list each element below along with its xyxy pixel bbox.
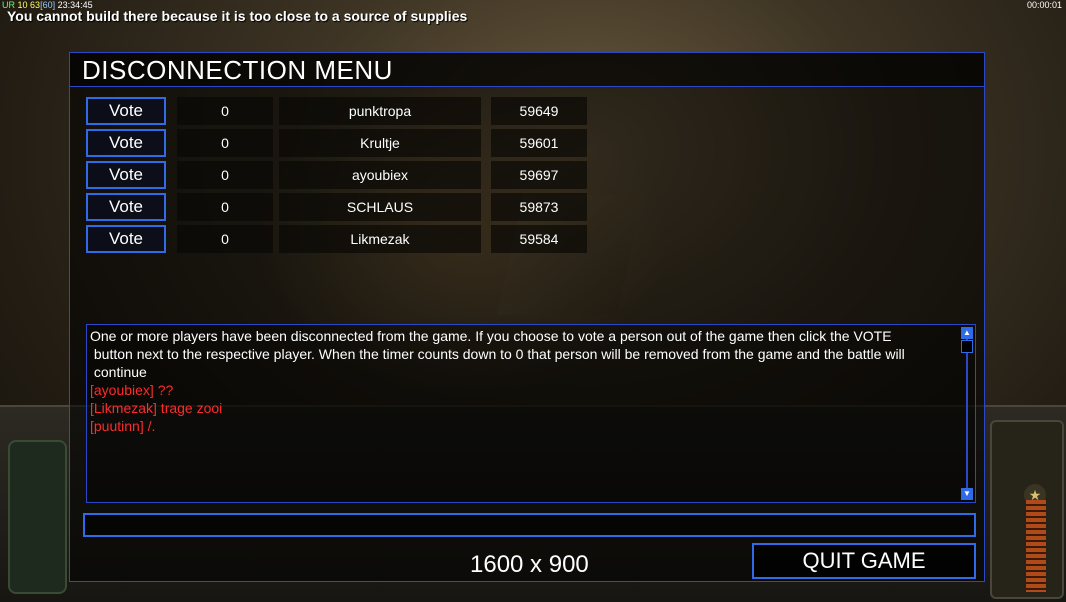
vote-button[interactable]: Vote [86, 193, 166, 221]
hud-left-panel [8, 440, 67, 594]
vote-button[interactable]: Vote [86, 225, 166, 253]
menu-title: DISCONNECTION MENU [82, 55, 393, 85]
player-name: ayoubiex [279, 161, 481, 189]
vote-count: 0 [177, 129, 273, 157]
vote-count: 0 [177, 161, 273, 189]
chat-text: One or more players have been disconnect… [90, 327, 952, 435]
player-timer: 59697 [491, 161, 587, 189]
chat-log: One or more players have been disconnect… [86, 324, 976, 503]
game-clock: 00:00:01 [1026, 0, 1062, 10]
player-timer: 59601 [491, 129, 587, 157]
chat-message: [ayoubiex] ?? [90, 382, 174, 398]
chat-input[interactable] [83, 513, 976, 537]
vote-count: 0 [177, 193, 273, 221]
system-message: One or more players have been disconnect… [90, 328, 905, 380]
vote-button[interactable]: Vote [86, 97, 166, 125]
resolution-label: 1600 x 900 [470, 551, 589, 578]
vote-count: 0 [177, 225, 273, 253]
power-meter [1026, 500, 1046, 592]
menu-header: DISCONNECTION MENU [70, 53, 984, 87]
player-name: SCHLAUS [279, 193, 481, 221]
build-warning-message: You cannot build there because it is too… [7, 8, 468, 24]
player-name: punktropa [279, 97, 481, 125]
quit-game-button[interactable]: QUIT GAME [752, 543, 976, 579]
player-timer: 59873 [491, 193, 587, 221]
chat-message: [puutinn] /. [90, 418, 156, 434]
player-name: Likmezak [279, 225, 481, 253]
disconnection-menu: DISCONNECTION MENU Vote 0 punktropa 5964… [69, 52, 985, 582]
player-name: Krultje [279, 129, 481, 157]
player-timer: 59584 [491, 225, 587, 253]
player-timer: 59649 [491, 97, 587, 125]
scroll-down-icon[interactable]: ▼ [961, 488, 973, 500]
scroll-up-icon[interactable]: ▲ [961, 327, 973, 339]
vote-button[interactable]: Vote [86, 161, 166, 189]
vote-button[interactable]: Vote [86, 129, 166, 157]
scroll-track [966, 339, 968, 489]
scroll-thumb[interactable] [961, 340, 973, 353]
vote-count: 0 [177, 97, 273, 125]
chat-message: [Likmezak] trage zooi [90, 400, 223, 416]
chat-scrollbar[interactable]: ▲ ▼ [961, 325, 975, 502]
